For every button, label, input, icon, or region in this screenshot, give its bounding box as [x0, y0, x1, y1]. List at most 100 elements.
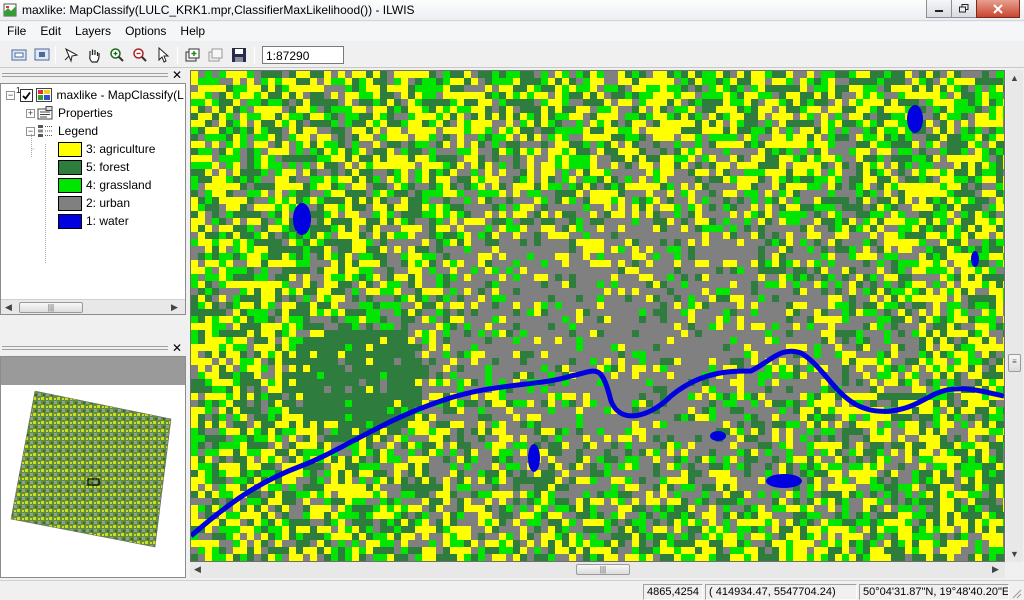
overview-pane-close-icon[interactable]: ✕	[172, 341, 182, 355]
save-button[interactable]	[229, 45, 249, 65]
scroll-right-icon[interactable]: ▶	[988, 562, 1003, 577]
close-icon	[993, 3, 1003, 14]
entire-map-icon	[11, 49, 27, 61]
lake-feature	[971, 251, 979, 267]
scroll-right-icon[interactable]: ▶	[167, 300, 182, 314]
entire-map-button[interactable]	[9, 45, 29, 65]
lake-feature	[293, 203, 311, 235]
ilwis-app-icon	[3, 3, 17, 17]
pan-button[interactable]	[84, 45, 104, 65]
expand-icon[interactable]: +	[26, 108, 35, 118]
menu-bar: File Edit Layers Options Help	[0, 22, 1024, 41]
layers-pane-grip[interactable]	[2, 73, 168, 77]
lake-feature	[766, 474, 802, 488]
overview-icon	[34, 48, 50, 61]
minimize-icon	[935, 9, 943, 12]
pan-icon	[89, 49, 100, 63]
layers-pane-close-icon[interactable]: ✕	[172, 68, 182, 82]
legend-item-urban[interactable]: 2: urban	[58, 194, 130, 212]
layers-horizontal-scrollbar[interactable]: ◀ ||| ▶	[1, 299, 185, 314]
legend-item-forest[interactable]: 5: forest	[58, 158, 129, 176]
add-layer-icon	[185, 48, 200, 62]
water-swatch	[58, 213, 82, 229]
status-latlon: 50°04'31.87"N, 19°48'40.20"E	[859, 584, 1009, 600]
lake-feature	[528, 444, 540, 472]
zoom-in-button[interactable]	[107, 45, 127, 65]
select-icon	[158, 47, 170, 63]
layers-pane-header: ✕	[0, 68, 186, 82]
overview-window[interactable]	[0, 356, 186, 578]
tree-lines	[31, 134, 46, 264]
properties-icon	[37, 106, 53, 120]
legend-item-label: 4: grassland	[86, 178, 152, 192]
scroll-up-icon[interactable]: ▲	[1007, 70, 1022, 85]
scroll-thumb[interactable]: |||	[19, 302, 83, 313]
urban-swatch	[58, 195, 82, 211]
scale-input[interactable]	[262, 46, 344, 64]
window-title: maxlike: MapClassify(LULC_KRK1.mpr,Class…	[22, 3, 415, 17]
legend-item-agriculture[interactable]: 3: agriculture	[58, 140, 155, 158]
minimize-button[interactable]	[926, 0, 952, 18]
map-horizontal-scrollbar[interactable]: ◀ ||| ▶	[190, 562, 1005, 578]
title-bar: maxlike: MapClassify(LULC_KRK1.mpr,Class…	[0, 0, 1024, 21]
horizontal-scroll-thumb[interactable]: |||	[576, 564, 630, 575]
overview-map-thumbnail	[10, 390, 172, 548]
properties-label: Properties	[58, 106, 113, 120]
legend-item-label: 3: agriculture	[86, 142, 156, 156]
resize-grip-icon[interactable]	[1010, 587, 1022, 599]
legend-label: Legend	[58, 124, 99, 138]
tree-row-map[interactable]: − 1 maxlike - MapClassify(L	[6, 86, 184, 104]
classified-map-raster	[191, 71, 1004, 561]
zoom-out-button[interactable]	[130, 45, 150, 65]
vertical-scroll-thumb[interactable]: ≡	[1008, 354, 1021, 372]
legend-item-label: 1: water	[86, 214, 129, 228]
menu-help[interactable]: Help	[173, 22, 212, 41]
add-layer-button[interactable]	[183, 45, 203, 65]
toolbar	[0, 42, 1024, 68]
collapse-icon[interactable]: −	[6, 90, 15, 100]
legend-item-grassland[interactable]: 4: grassland	[58, 176, 151, 194]
status-rowcol: 4865,4254	[643, 584, 703, 600]
remove-layer-button[interactable]	[206, 45, 226, 65]
layer-visible-checkbox[interactable]	[20, 88, 34, 102]
lake-feature	[907, 105, 923, 133]
map-view[interactable]	[190, 70, 1005, 562]
select-button[interactable]	[153, 45, 173, 65]
grassland-swatch	[58, 177, 82, 193]
overview-banner	[1, 357, 185, 385]
menu-file[interactable]: File	[0, 22, 33, 41]
normal-pointer-button[interactable]	[61, 45, 81, 65]
status-coordinates: ( 414934.47, 5547704.24)	[705, 584, 857, 600]
map-vertical-scrollbar[interactable]: ▲ ≡ ▼	[1006, 70, 1023, 562]
overview-pane-header: ✕	[0, 341, 186, 355]
restore-button[interactable]	[951, 0, 977, 18]
restore-icon	[959, 4, 969, 13]
save-icon	[232, 48, 246, 62]
normal-pointer-icon	[64, 47, 79, 63]
legend-item-label: 2: urban	[86, 196, 131, 210]
map-layer-name: maxlike - MapClassify(L	[56, 88, 184, 102]
forest-swatch	[58, 159, 82, 175]
close-button[interactable]	[976, 0, 1020, 18]
lake-feature	[710, 431, 726, 441]
zoom-out-icon	[133, 48, 147, 62]
legend-item-water[interactable]: 1: water	[58, 212, 129, 230]
agriculture-swatch	[58, 141, 82, 157]
status-bar: 4865,4254 ( 414934.47, 5547704.24) 50°04…	[0, 580, 1024, 600]
raster-map-icon	[36, 88, 53, 102]
overview-pane-grip[interactable]	[2, 346, 168, 350]
menu-layers[interactable]: Layers	[68, 22, 118, 41]
remove-layer-icon	[208, 48, 223, 62]
scroll-left-icon[interactable]: ◀	[1, 300, 16, 314]
checkmark-icon	[22, 91, 32, 100]
menu-options[interactable]: Options	[118, 22, 173, 41]
tree-row-properties[interactable]: + Properties	[26, 104, 113, 122]
scroll-left-icon[interactable]: ◀	[190, 562, 205, 577]
overview-button[interactable]	[32, 45, 52, 65]
layers-tree: − 1 maxlike - MapClassify(L + Properties…	[0, 83, 186, 315]
legend-item-label: 5: forest	[86, 160, 130, 174]
menu-edit[interactable]: Edit	[33, 22, 68, 41]
scroll-down-icon[interactable]: ▼	[1007, 546, 1022, 561]
zoom-in-icon	[110, 48, 124, 62]
layer-index-marker: 1	[16, 85, 21, 95]
